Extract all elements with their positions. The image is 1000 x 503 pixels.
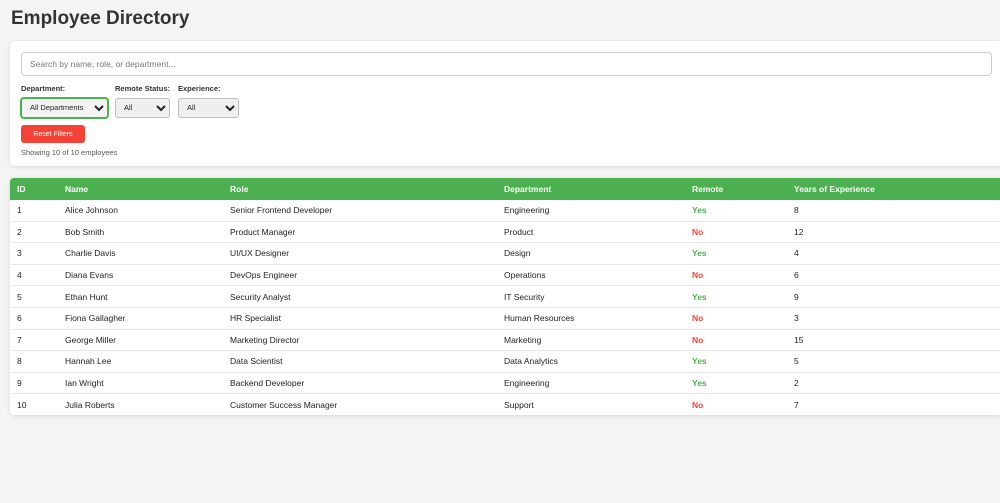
cell-department: Marketing (497, 329, 685, 352)
table-row: 8 Hannah Lee Data Scientist Data Analytics Y… (10, 350, 1000, 373)
cell-name: Ian Wright (58, 372, 223, 395)
department-filter-label: Department: (21, 84, 66, 93)
reset-filters-button[interactable]: Reset Filters (21, 125, 85, 143)
cell-id: 2 (10, 221, 58, 244)
cell-experience: 3 (787, 307, 1000, 330)
table-row: 10 Julia Roberts Customer Success Manager S… (10, 394, 1000, 415)
department-filter: Department: All Departments (21, 84, 108, 118)
cell-name: Alice Johnson (58, 200, 223, 222)
table-row: 5 Ethan Hunt Security Analyst IT Security Ye… (10, 285, 1000, 308)
cell-id: 4 (10, 264, 58, 287)
cell-id: 5 (10, 285, 58, 308)
cell-name: George Miller (58, 329, 223, 352)
cell-role: Senior Frontend Developer (223, 200, 497, 222)
cell-id: 9 (10, 372, 58, 395)
experience-filter: Experience: All (178, 84, 239, 118)
column-header-department[interactable]: Department (497, 178, 685, 200)
cell-id: 6 (10, 307, 58, 330)
cell-name: Hannah Lee (58, 350, 223, 373)
cell-name: Julia Roberts (65, 399, 115, 410)
column-header-remote[interactable]: Remote (685, 178, 787, 200)
remote-filter-label: Remote Status: (115, 84, 171, 93)
cell-name: Charlie Davis (58, 242, 223, 265)
remote-filter: Remote Status: All (115, 84, 170, 118)
cell-id: 8 (10, 350, 58, 373)
table-row: 9 Ian Wright Backend Developer Engineering Y… (10, 372, 1000, 395)
cell-department: Operations (497, 264, 685, 287)
cell-department: Support (504, 399, 534, 410)
search-input[interactable] (21, 52, 992, 76)
cell-role: Security Analyst (223, 285, 497, 308)
cell-role: DevOps Engineer (223, 264, 497, 287)
cell-remote: Yes (685, 372, 787, 395)
cell-role: Data Scientist (223, 350, 497, 373)
column-header-role[interactable]: Role (223, 178, 497, 200)
cell-name: Diana Evans (58, 264, 223, 287)
cell-experience: 5 (787, 350, 1000, 373)
cell-remote: Yes (685, 242, 787, 265)
page-title: Employee Directory (11, 8, 190, 29)
column-header-name[interactable]: Name (58, 178, 223, 200)
cell-experience: 7 (794, 399, 799, 410)
cell-remote: Yes (685, 350, 787, 373)
cell-department: Engineering (497, 372, 685, 395)
cell-remote: Yes (685, 200, 787, 222)
table-row: 7 George Miller Marketing Director Marketin… (10, 329, 1000, 352)
cell-role: Marketing Director (223, 329, 497, 352)
cell-remote: No (685, 264, 787, 287)
cell-experience: 9 (787, 285, 1000, 308)
table-row: 6 Fiona Gallagher HR Specialist Human Resou… (10, 307, 1000, 330)
table-row: 4 Diana Evans DevOps Engineer Operations No 6 (10, 264, 1000, 287)
experience-filter-label: Experience: (178, 84, 221, 93)
remote-select[interactable]: All (115, 97, 170, 118)
cell-department: Product (497, 221, 685, 244)
cell-experience: 15 (787, 329, 1000, 352)
experience-select[interactable]: All (178, 97, 239, 118)
cell-department: Engineering (497, 200, 685, 222)
cell-id: 7 (10, 329, 58, 352)
cell-department: Data Analytics (497, 350, 685, 373)
cell-remote: No (685, 307, 787, 330)
cell-role: UI/UX Designer (223, 242, 497, 265)
cell-remote: No (685, 329, 787, 352)
cell-name: Fiona Gallagher (58, 307, 223, 330)
cell-role: Product Manager (223, 221, 497, 244)
table-row: 3 Charlie Davis UI/UX Designer Design Yes 4 (10, 242, 1000, 265)
cell-department: Human Resources (497, 307, 685, 330)
table-header-row: ID Name Role Department Remote Years of … (10, 178, 1000, 200)
table-row: 2 Bob Smith Product Manager Product No 12 (10, 221, 1000, 244)
employee-table: ID Name Role Department Remote Years of … (10, 178, 1000, 415)
cell-remote: Yes (685, 285, 787, 308)
table-body: 1 Alice Johnson Senior Frontend Developer E… (10, 200, 1000, 415)
cell-id: 3 (10, 242, 58, 265)
employee-table-container: ID Name Role Department Remote Years of … (10, 178, 1000, 415)
results-count: Showing 10 of 10 employees (21, 148, 118, 157)
cell-role: HR Specialist (223, 307, 497, 330)
column-header-id[interactable]: ID (10, 178, 58, 200)
cell-department: IT Security (497, 285, 685, 308)
cell-id: 1 (10, 200, 58, 222)
department-select[interactable]: All Departments (21, 97, 108, 118)
cell-name: Ethan Hunt (58, 285, 223, 308)
cell-experience: 8 (787, 200, 1000, 222)
cell-department: Design (497, 242, 685, 265)
cell-name: Bob Smith (58, 221, 223, 244)
filter-panel: Department: All Departments Remote Statu… (10, 41, 1000, 166)
cell-role: Customer Success Manager (230, 399, 338, 410)
cell-experience: 12 (787, 221, 1000, 244)
cell-role: Backend Developer (223, 372, 497, 395)
cell-experience: 2 (787, 372, 1000, 395)
cell-experience: 6 (787, 264, 1000, 287)
cell-remote: No (685, 221, 787, 244)
cell-remote: No (692, 399, 704, 410)
column-header-experience[interactable]: Years of Experience (787, 178, 1000, 200)
table-row: 1 Alice Johnson Senior Frontend Developer E… (10, 200, 1000, 222)
cell-experience: 4 (787, 242, 1000, 265)
cell-id: 10 (17, 399, 27, 410)
